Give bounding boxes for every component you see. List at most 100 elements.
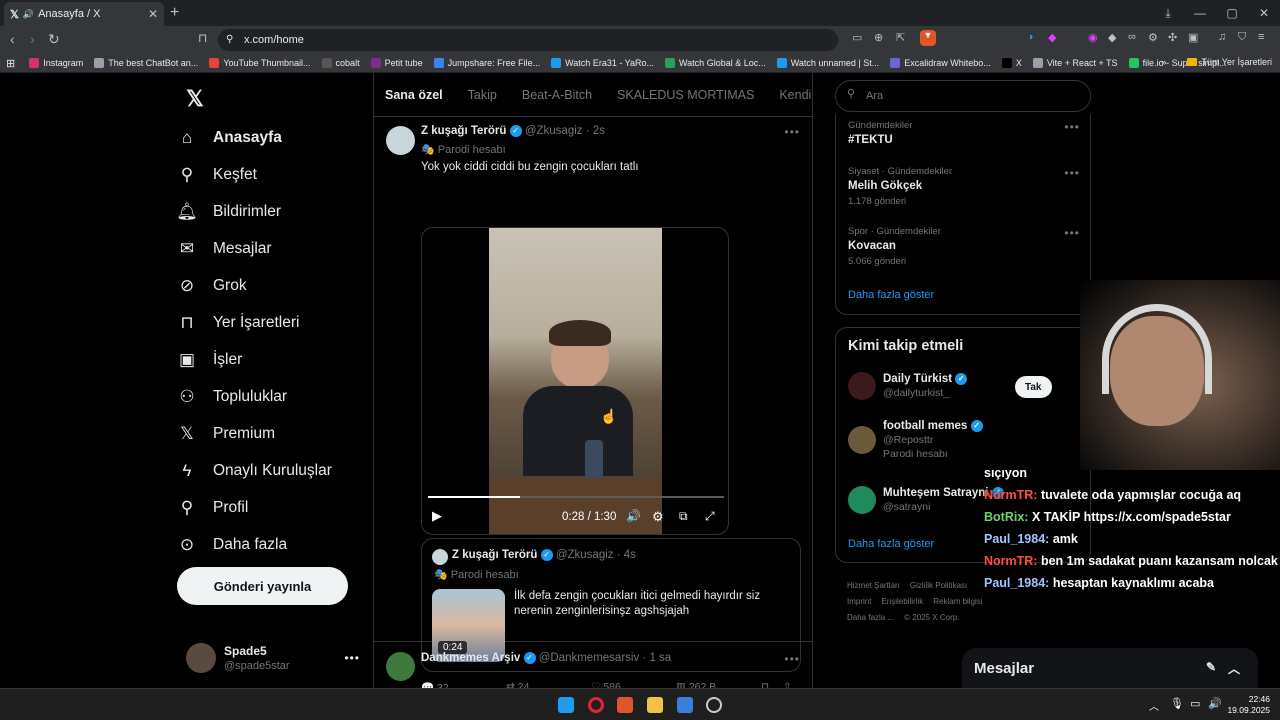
all-bookmarks[interactable]: » Tüm Yer İşaretleri — [1161, 57, 1272, 67]
chevron-up-icon[interactable]: ︿ — [1228, 660, 1240, 677]
share-icon[interactable]: ⇱ — [896, 31, 905, 44]
nav-item-10[interactable]: ⚲ Profil — [176, 489, 366, 526]
bookmark-item[interactable]: Vite + React + TS — [1032, 58, 1118, 68]
bookmark-item[interactable]: Instagram — [29, 58, 83, 68]
extension-icon-2[interactable]: ◆ — [1048, 31, 1056, 44]
tweet-more-icon[interactable]: ••• — [784, 652, 800, 666]
footer-link[interactable]: Reklam bilgisi — [933, 594, 982, 610]
video-player[interactable]: ▶ 0:28 / 1:30 🔊 ⚙ ⧉ ⤢ ☝ — [421, 227, 729, 535]
tweet-author[interactable]: Dankmemes Arşiv — [421, 652, 520, 664]
footer-link[interactable]: Daha fazla ... — [847, 610, 894, 626]
microphone-icon[interactable]: 🎙 — [1170, 697, 1184, 710]
fullscreen-icon[interactable]: ⤢ — [705, 509, 715, 524]
footer-link[interactable]: © 2025 X Corp. — [904, 610, 959, 626]
post-button[interactable]: Gönderi yayınla — [177, 567, 348, 605]
who-to-follow-item[interactable]: football memes ✓ @Reposttr Parodi hesabı — [848, 420, 983, 460]
zoom-icon[interactable]: ⊕ — [874, 31, 883, 44]
tweet-more-icon[interactable]: ••• — [784, 125, 800, 139]
extension-icon-6[interactable]: ⚙ — [1148, 31, 1158, 44]
extension-icon-3[interactable]: ◉ — [1088, 31, 1098, 44]
footer-link[interactable]: Hizmet Şartları — [847, 578, 900, 594]
more-dots-icon[interactable]: ••• — [344, 651, 360, 665]
nav-item-3[interactable]: ✉ Mesajlar — [176, 230, 366, 267]
nav-item-8[interactable]: 𝕏 Premium — [176, 415, 366, 452]
bookmark-item[interactable]: X — [1001, 58, 1022, 68]
footer-link[interactable]: Erişilebilirlik — [881, 594, 923, 610]
feed-tab[interactable]: SKALEDUS MORTIMAS — [617, 88, 754, 102]
feed-tab[interactable]: Takip — [468, 88, 497, 102]
apps-grid-icon[interactable]: ⊞ — [6, 57, 15, 70]
feed-tab[interactable]: Kendine Müz — [779, 88, 812, 102]
bookmark-item[interactable]: cobalt — [321, 58, 360, 68]
nav-item-2[interactable]: 🔔︎ Bildirimler — [176, 193, 366, 230]
minimize-icon[interactable]: — — [1184, 0, 1216, 26]
menu-icon[interactable]: ≡ — [1258, 31, 1264, 43]
puzzle-icon[interactable]: ✣ — [1168, 31, 1177, 44]
nav-item-4[interactable]: ⊘ Grok — [176, 267, 366, 304]
tweet-time[interactable]: 2s — [593, 125, 605, 137]
show-more-trends[interactable]: Daha fazla göster — [848, 289, 934, 301]
trend-more-icon[interactable]: ••• — [1064, 166, 1080, 180]
brave-shield-icon[interactable]: ▼ — [920, 30, 936, 46]
forward-icon[interactable]: › — [30, 31, 35, 47]
reload-icon[interactable]: ↻ — [48, 31, 60, 48]
chevron-more-icon[interactable]: » — [1161, 57, 1166, 67]
trend-item[interactable]: Siyaset · Gündemdekiler Melih Gökçek 1.178… — [848, 166, 1080, 207]
trend-more-icon[interactable]: ••• — [1064, 226, 1080, 240]
maximize-icon[interactable]: ▢ — [1216, 0, 1248, 26]
tweet[interactable]: Z kuşağı Terörü ✓ @Zkusagiz · 2s ••• 🎭 P… — [374, 117, 812, 694]
volume-tray-icon[interactable]: 🔊 — [1208, 697, 1222, 710]
show-more-who[interactable]: Daha fazla göster — [848, 538, 934, 550]
tweet-author[interactable]: Z kuşağı Terörü — [421, 125, 506, 137]
footer-link[interactable]: Gizlilik Politikası — [910, 578, 967, 594]
volume-icon[interactable]: 🔊 — [626, 509, 641, 523]
site-info-icon[interactable]: ⚲ — [226, 29, 233, 51]
follow-button-partial[interactable]: Tak — [1015, 376, 1052, 398]
nav-item-5[interactable]: ⊓ Yer İşaretleri — [176, 304, 366, 341]
close-window-icon[interactable]: ✕ — [1248, 0, 1280, 26]
monitor-app-icon[interactable] — [677, 697, 693, 713]
windows-start-icon[interactable] — [558, 697, 574, 713]
extension-icon-5[interactable]: ∞ — [1128, 31, 1136, 43]
close-tab-icon[interactable]: ✕ — [148, 7, 158, 21]
search-input[interactable]: Ara — [835, 80, 1091, 112]
nav-item-0[interactable]: ⌂ Anasayfa — [176, 119, 366, 156]
url-field[interactable]: ⚲ x.com/home — [218, 29, 838, 51]
account-switcher[interactable]: Spade5 @spade5star ••• — [186, 640, 366, 676]
trend-item[interactable]: Spor · Gündemdekiler Kovacan 5.066 gönderi… — [848, 226, 1080, 267]
bookmark-item[interactable]: YouTube Thumbnail... — [209, 58, 311, 68]
pip-icon[interactable]: ⧉ — [679, 509, 688, 524]
footer-link[interactable]: Imprint — [847, 594, 871, 610]
back-icon[interactable]: ‹ — [10, 31, 15, 47]
nav-item-1[interactable]: ⚲ Keşfet — [176, 156, 366, 193]
tweet-avatar[interactable] — [386, 652, 415, 681]
shield-icon[interactable]: ⛉ — [1238, 31, 1246, 44]
compose-message-icon[interactable]: ✎ — [1206, 660, 1216, 674]
network-icon[interactable]: ▭ — [1190, 697, 1200, 710]
opera-icon[interactable] — [588, 697, 604, 713]
system-clock[interactable]: 22:46 19.09.2025 — [1227, 694, 1270, 716]
bookmark-item[interactable]: Watch Global & Loc... — [665, 58, 766, 68]
trend-more-icon[interactable]: ••• — [1064, 120, 1080, 134]
nav-item-6[interactable]: ▣ İşler — [176, 341, 366, 378]
x-logo-icon[interactable]: 𝕏 — [186, 86, 204, 112]
music-icon[interactable]: ♫ — [1218, 31, 1226, 43]
extensions-icon[interactable]: ⤓ — [1152, 0, 1184, 26]
bookmark-page-icon[interactable]: ⊓ — [198, 31, 207, 45]
feed-tab[interactable]: Sana özel — [385, 88, 443, 102]
trend-item[interactable]: Gündemdekiler #TEKTU ••• — [848, 120, 1080, 146]
tweet-handle[interactable]: @Dankmemesarsiv — [539, 652, 640, 664]
bookmark-item[interactable]: Watch unnamed | St... — [776, 58, 879, 68]
messages-drawer[interactable]: Mesajlar ✎ ︿ — [962, 648, 1258, 688]
file-explorer-icon[interactable] — [647, 697, 663, 713]
steam-icon[interactable] — [706, 697, 722, 713]
tweet-avatar[interactable] — [386, 126, 415, 155]
nav-item-9[interactable]: ϟ Onaylı Kuruluşlar — [176, 452, 366, 489]
tweet[interactable]: Dankmemes Arşiv ✓ @Dankmemesarsiv · 1 sa… — [374, 642, 812, 681]
new-tab-icon[interactable]: + — [170, 4, 179, 22]
who-to-follow-item[interactable]: Muhteşem Satrayni ✓ @satrayni — [848, 486, 1004, 514]
extension-icon-1[interactable]: ◗ — [1028, 31, 1035, 43]
bookmark-item[interactable]: The best ChatBot an... — [94, 58, 198, 68]
who-to-follow-item[interactable]: Daily Türkist ✓ @dailyturkist_ — [848, 372, 968, 400]
tray-chevron-icon[interactable]: ︿ — [1149, 698, 1159, 713]
